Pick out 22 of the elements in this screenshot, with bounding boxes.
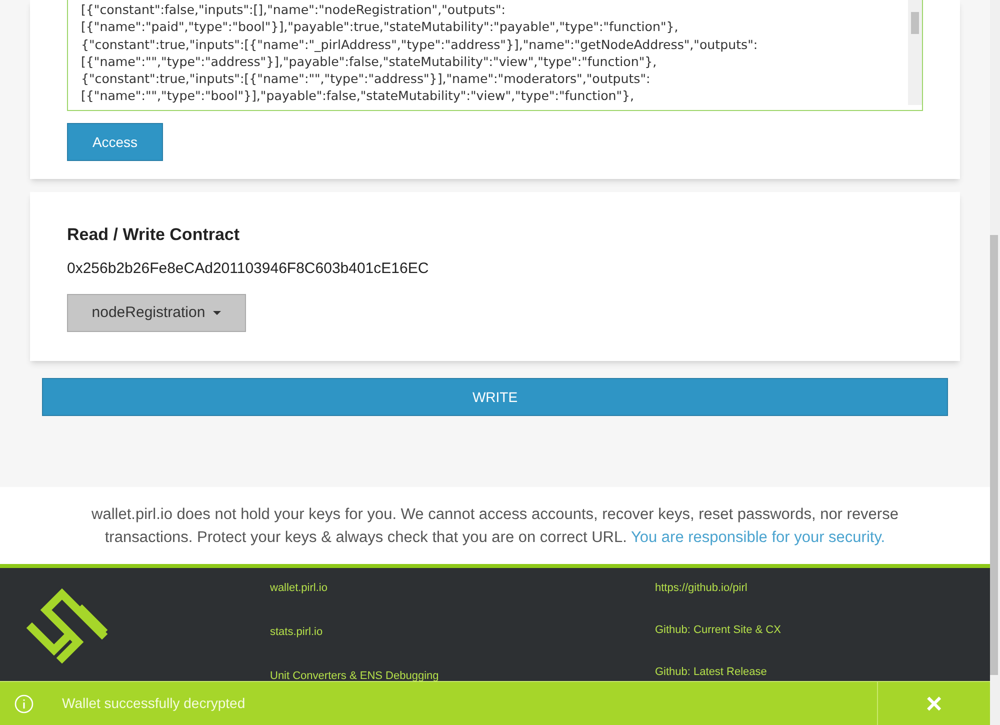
code-line: [{"name":"paid","type":"bool"}],"payable":true,"stateMutability":"payable","type":"function"}, [81,18,680,36]
toast-message: Wallet successfully decrypted [62,694,246,713]
page-scrollbar[interactable] [990,0,1000,725]
contract-address: 0x256b2b26Fe8eCAd201103946F8C603b401cE16EC [67,258,429,278]
code-line: [{"constant":false,"inputs":[],"name":"nodeRegistration","outputs": [81,1,507,18]
caret-icon [213,311,222,315]
abi-field[interactable] [67,0,923,111]
code-line: {"constant":true,"inputs":[{"name":"_pirlAddress","type":"address"}],"name":"getNodeAddress","outputs": [81,36,759,53]
code-line: [{"name":"","type":"bool"}],"payable":false,"stateMutability":"view","type":"function"}, [81,87,636,105]
code-line: [{"name":"","type":"address"}],"payable":false,"stateMutability":"view","type":"function"}, [81,52,658,70]
footer-link[interactable]: Github: Current Site & CX [655,623,781,637]
footer-link[interactable]: wallet.pirl.io [270,581,328,595]
footer-link[interactable]: Unit Converters & ENS Debugging [270,669,439,683]
footer-link[interactable]: https://github.io/pirl [655,581,748,595]
footer-link[interactable]: stats.pirl.io [270,625,323,639]
code-line: {"constant":true,"inputs":[{"name":"","type":"address"}],"name":"moderators","outputs": [81,70,652,88]
info-icon [14,694,34,714]
scrollbar[interactable] [908,0,922,105]
section-title: Read / Write Contract [67,224,240,246]
footer-link[interactable]: Github: Latest Release [655,665,767,679]
function-dropdown[interactable]: nodeRegistration [67,294,246,332]
disclaimer-text: wallet.pirl.io does not hold your keys for you. We cannot access accounts, recover keys, reset passwords, nor reverse transactions. Protect your keys & always check that you are on correct URL. You are responsible for your security. [90,504,900,548]
